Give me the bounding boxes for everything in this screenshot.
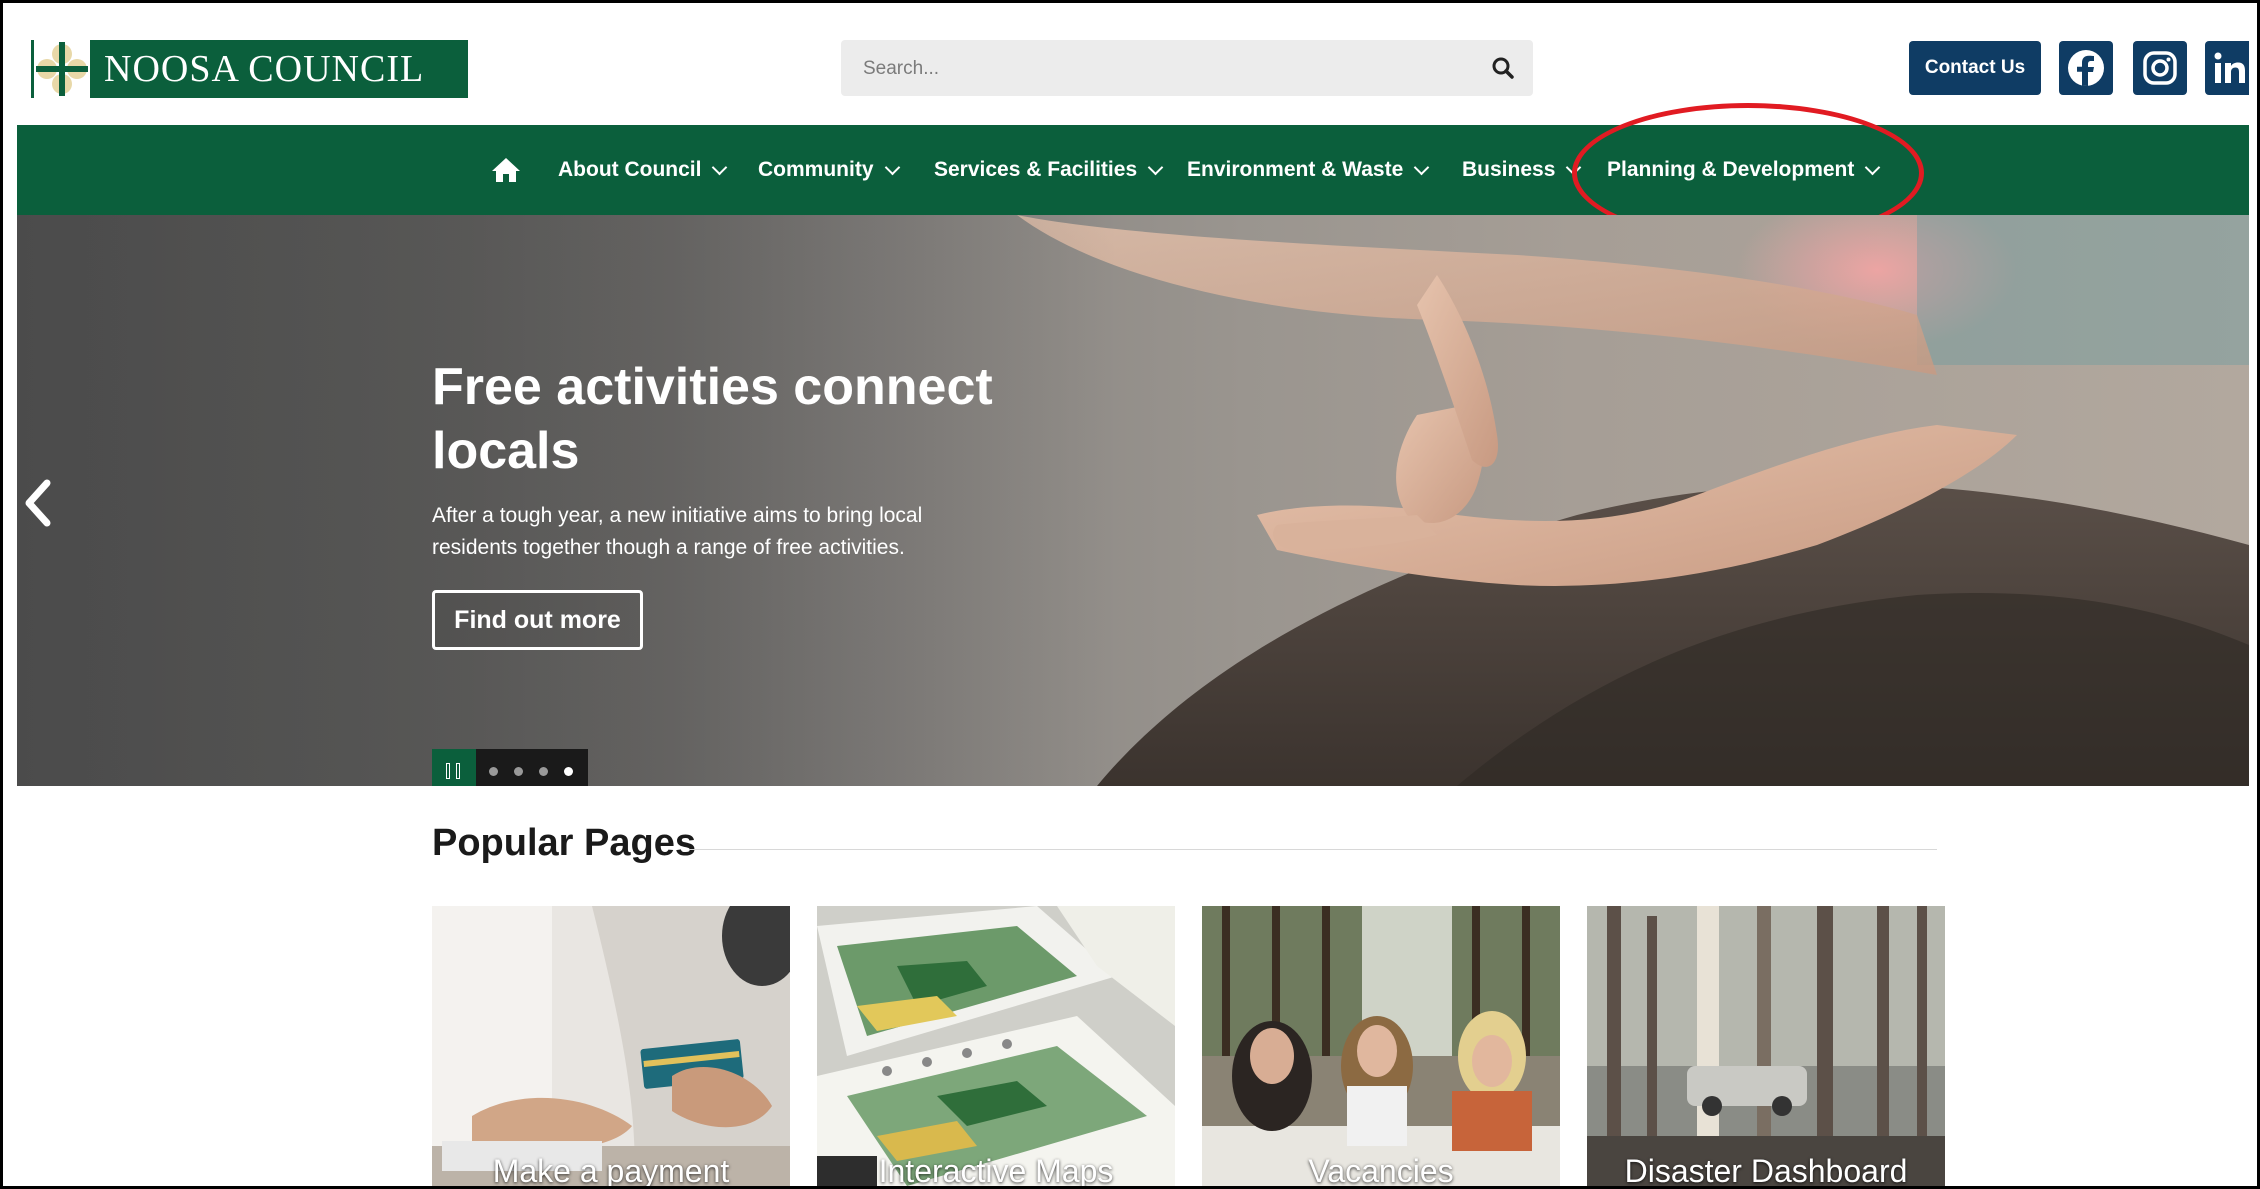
linkedin-icon[interactable] [2205, 41, 2249, 95]
card-label: Interactive Maps [878, 1153, 1114, 1187]
page: NOOSA COUNCIL Contact Us [17, 7, 2249, 1187]
nav-item-label: Services & Facilities [934, 158, 1138, 181]
card-label: Disaster Dashboard [1624, 1153, 1908, 1187]
council-logo[interactable]: NOOSA COUNCIL [31, 40, 468, 98]
card-label: Make a payment [492, 1153, 730, 1187]
nav-environment-waste[interactable]: Environment & Waste [1187, 125, 1430, 215]
slide-dot-1[interactable] [489, 767, 498, 776]
hero-carousel: Free activities connect locals After a t… [17, 215, 2249, 786]
nav-community[interactable]: Community [758, 125, 900, 215]
find-out-more-button[interactable]: Find out more [432, 590, 643, 650]
home-icon[interactable] [491, 157, 521, 183]
logo-text: NOOSA COUNCIL [104, 48, 425, 90]
nav-business[interactable]: Business [1462, 125, 1582, 215]
nav-services-facilities[interactable]: Services & Facilities [934, 125, 1164, 215]
card-make-a-payment[interactable]: Make a payment [432, 906, 790, 1187]
vacancies-image [1202, 906, 1560, 1186]
chevron-down-icon [884, 159, 900, 175]
search-input[interactable] [841, 40, 1485, 98]
card-label: Vacancies [1308, 1153, 1454, 1187]
popular-pages-heading: Popular Pages [432, 822, 696, 864]
search-icon[interactable] [1487, 52, 1519, 84]
chevron-down-icon [1413, 159, 1430, 175]
slide-dot-3[interactable] [539, 767, 548, 776]
maps-image [817, 906, 1175, 1186]
pause-icon[interactable] [432, 749, 476, 786]
chevron-left-icon[interactable] [19, 475, 59, 531]
nav-item-label: Environment & Waste [1187, 158, 1404, 181]
payment-image [432, 906, 790, 1186]
facebook-icon[interactable] [2059, 41, 2113, 95]
contact-us-button[interactable]: Contact Us [1909, 41, 2041, 95]
chevron-down-icon [1147, 159, 1164, 175]
nav-item-label: Business [1462, 158, 1556, 181]
nav-item-label: Community [758, 158, 874, 181]
card-disaster-dashboard[interactable]: Disaster Dashboard [1587, 906, 1945, 1187]
slide-dot-2[interactable] [514, 767, 523, 776]
flower-logo-icon [34, 40, 90, 98]
slide-dot-4-active[interactable] [564, 767, 573, 776]
card-interactive-maps[interactable]: Interactive Maps [817, 906, 1175, 1187]
hero-title: Free activities connect locals [432, 358, 993, 480]
instagram-icon[interactable] [2133, 41, 2187, 95]
disaster-image [1587, 906, 1945, 1186]
browser-frame: NOOSA COUNCIL Contact Us [0, 0, 2260, 1189]
carousel-controls [432, 749, 588, 786]
card-vacancies[interactable]: Vacancies [1202, 906, 1560, 1187]
hero-description: After a tough year, a new initiative aim… [432, 504, 923, 559]
nav-about-council[interactable]: About Council [558, 125, 728, 215]
search-bar [841, 40, 1533, 98]
nav-item-label: About Council [558, 158, 702, 181]
chevron-down-icon [712, 159, 728, 175]
heading-divider [689, 849, 1937, 850]
